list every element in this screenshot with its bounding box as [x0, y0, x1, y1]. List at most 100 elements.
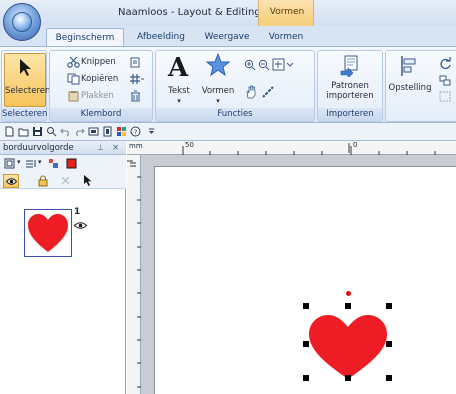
horizontal-ruler: mm 50 0: [127, 141, 456, 155]
tab-beginscherm[interactable]: Beginscherm: [46, 28, 124, 46]
selection-handle-top[interactable]: [345, 303, 351, 309]
align-icon: [401, 56, 416, 76]
group-opstelling: Opstelling: [385, 50, 456, 122]
view-mode-dropdown-icon[interactable]: ▾: [17, 158, 21, 166]
group-label-importeren: Importeren: [318, 108, 382, 121]
cut-button[interactable]: Knippen: [81, 57, 116, 67]
sewing-order-thumbnail[interactable]: [24, 209, 72, 257]
paste-icon: [68, 91, 79, 102]
import-patterns-icon: [340, 55, 358, 77]
selection-handle-top-left[interactable]: [303, 303, 309, 309]
arrange-button[interactable]: Opstelling: [388, 53, 432, 93]
application-menu-button[interactable]: [3, 3, 41, 41]
color-sort-icon[interactable]: [48, 158, 59, 169]
shapes-tool-button[interactable]: Vormen ▾: [198, 53, 238, 107]
quick-access-toolbar: ?: [0, 123, 456, 141]
clipboard-icon: [130, 57, 140, 68]
group-label-klembord: Klembord: [50, 108, 152, 121]
delete-disabled-icon[interactable]: [60, 175, 71, 186]
select-button-label: Selecteren: [5, 86, 51, 96]
app-logo-icon: [12, 12, 32, 32]
panel-title: borduurvolgorde ⊥ ×: [0, 141, 126, 155]
customize-toolbar-icon[interactable]: [146, 126, 157, 137]
sort-order-icon[interactable]: [25, 158, 37, 169]
help-icon[interactable]: ?: [130, 126, 141, 137]
arrange-label: Opstelling: [388, 83, 432, 93]
grid-icon[interactable]: [129, 73, 145, 85]
heart-shape[interactable]: [303, 303, 393, 383]
panel-pin-icon[interactable]: ⊥: [97, 141, 104, 155]
color-palette-icon[interactable]: [116, 126, 127, 137]
undo-icon[interactable]: [60, 126, 71, 137]
selection-handle-bottom[interactable]: [345, 375, 351, 381]
rotate-icon[interactable]: [439, 57, 452, 70]
redo-icon[interactable]: [74, 126, 85, 137]
sort-order-dropdown-icon[interactable]: ▾: [38, 158, 42, 166]
title-bar: Naamloos - Layout & Editing: [0, 0, 456, 26]
eye-icon: [6, 178, 17, 185]
selection-handle-bottom-left[interactable]: [303, 375, 309, 381]
rotation-handle[interactable]: [346, 291, 351, 296]
shapes-tool-label: Vormen: [201, 86, 235, 96]
contextual-tab-label: Vormen: [269, 7, 305, 17]
view-mode-icon[interactable]: [4, 158, 15, 169]
hoop-icon[interactable]: [102, 126, 113, 137]
design-page[interactable]: [154, 166, 456, 394]
text-tool-button[interactable]: A Tekst ▾: [160, 53, 198, 107]
new-file-icon[interactable]: [4, 126, 15, 137]
horizontal-ruler-ticks: [182, 143, 436, 155]
sewing-order-panel: borduurvolgorde ⊥ × ▾ ▾ 1: [0, 141, 126, 394]
group-selecteren: Selecteren Selecteren: [1, 50, 51, 122]
text-tool-dropdown-icon: ▾: [177, 97, 181, 105]
print-preview-icon[interactable]: [46, 126, 57, 137]
tab-afbeelding[interactable]: Afbeelding: [128, 28, 194, 46]
selection-handle-right[interactable]: [386, 341, 392, 347]
distribute-icon[interactable]: [439, 91, 452, 103]
selection-handle-left[interactable]: [303, 341, 309, 347]
sewing-order-number: 1: [74, 207, 81, 217]
text-a-icon: A: [168, 53, 189, 83]
measure-icon[interactable]: [261, 85, 275, 99]
show-all-toggle[interactable]: [3, 174, 19, 188]
cursor-icon: [20, 59, 31, 76]
select-button[interactable]: Selecteren: [4, 53, 51, 107]
save-icon[interactable]: [32, 126, 43, 137]
paste-button[interactable]: Plakken: [81, 91, 114, 101]
copy-icon: [67, 73, 80, 85]
vertical-ruler: [127, 155, 141, 394]
group-functies: A Tekst ▾ Vormen ▾ Functies: [155, 50, 315, 122]
svg-text:?: ?: [134, 129, 138, 137]
open-folder-icon[interactable]: [18, 126, 29, 137]
scissors-icon: [67, 56, 80, 68]
zoom-fit-icon[interactable]: [272, 58, 294, 71]
star-icon: [206, 53, 230, 77]
window-title: Naamloos - Layout & Editing: [118, 7, 261, 18]
selection-handle-bottom-right[interactable]: [386, 375, 392, 381]
group-objects-icon[interactable]: [439, 75, 452, 87]
group-label-functies: Functies: [156, 108, 314, 121]
zoom-in-icon[interactable]: [244, 59, 256, 71]
group-importeren: Patronen importeren Importeren: [317, 50, 383, 122]
panel-toolbar: ▾ ▾: [0, 155, 126, 189]
panel-cursor-icon[interactable]: [83, 174, 93, 187]
tab-weergave[interactable]: Weergave: [196, 28, 258, 46]
design-page-icon[interactable]: [88, 126, 99, 137]
pan-hand-icon[interactable]: [244, 85, 258, 99]
selection-handle-top-right[interactable]: [386, 303, 392, 309]
thread-color-icon[interactable]: [66, 158, 77, 169]
lock-icon[interactable]: [38, 175, 48, 187]
tab-vormen[interactable]: Vormen: [258, 28, 314, 46]
vertical-ruler-ticks: [127, 160, 141, 388]
import-patterns-label-2: importeren: [326, 91, 374, 101]
delete-icon[interactable]: [129, 90, 142, 102]
panel-title-text: borduurvolgorde: [3, 143, 74, 153]
zoom-out-icon[interactable]: [258, 59, 270, 71]
copy-button[interactable]: Kopiëren: [81, 74, 118, 84]
text-tool-label: Tekst: [168, 86, 190, 96]
import-patterns-button[interactable]: Patronen importeren: [320, 53, 380, 107]
panel-close-icon[interactable]: ×: [112, 141, 119, 155]
visibility-eye-icon[interactable]: [74, 221, 87, 230]
group-klembord: Knippen Kopiëren Plakken Klembord: [49, 50, 153, 122]
heart-thumbnail-image: [28, 214, 68, 252]
import-patterns-label-1: Patronen: [331, 81, 369, 91]
